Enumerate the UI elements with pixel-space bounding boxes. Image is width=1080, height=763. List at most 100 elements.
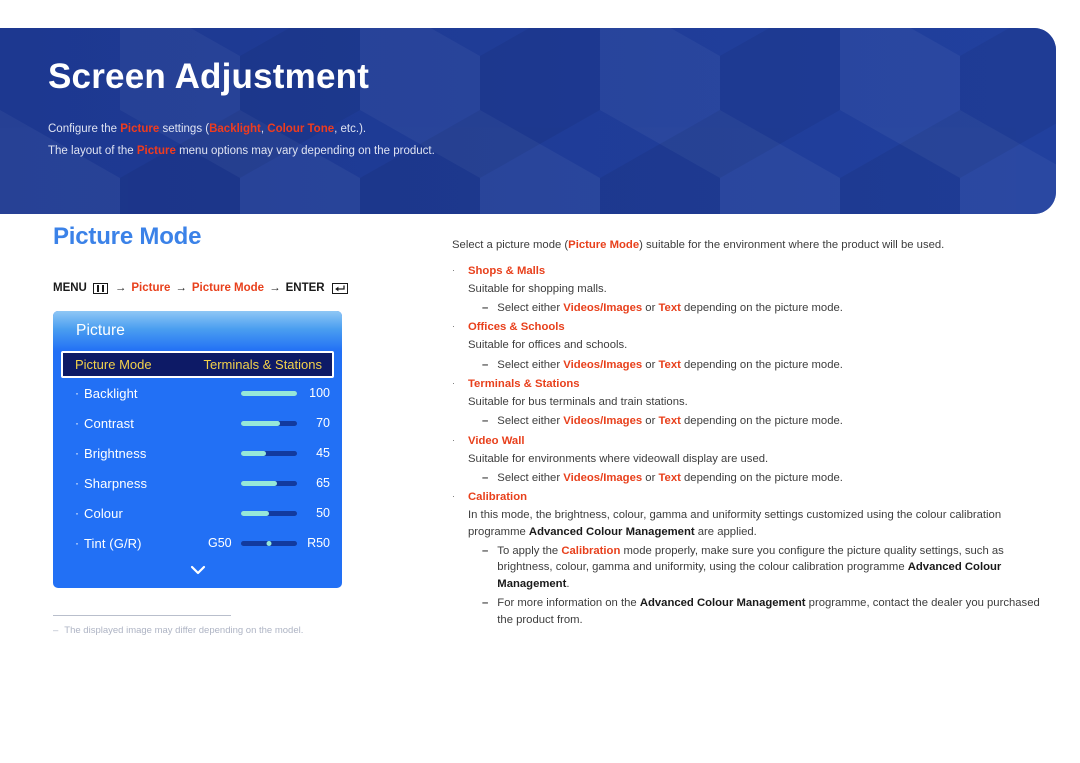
osd-row[interactable]: · Tint (G/R) G50 R50 [53, 528, 342, 558]
menu-step-picture: Picture [131, 282, 171, 295]
bullet-description: Suitable for shopping malls. [468, 282, 607, 295]
bullet-title: Terminals & Stations [468, 378, 580, 391]
osd-rows-container: · Backlight 100 · Contrast 70 · Brightness 45 · Sh… [53, 378, 342, 558]
osd-slider-fill [241, 420, 281, 426]
bullet-icon: · [452, 321, 455, 332]
footnote-line: – The displayed image may differ dependi… [53, 625, 423, 636]
section-heading: Picture Mode [53, 223, 202, 250]
bullet-heading: · Offices & Schools [452, 319, 1052, 336]
left-column: Picture Mode MENU → Picture → Picture Mo… [53, 223, 433, 636]
osd-slider-track[interactable] [241, 510, 297, 516]
osd-row-bullet-icon: · [75, 416, 79, 431]
chevron-down-icon [190, 566, 205, 575]
dash-icon: – [482, 358, 489, 371]
bullet-sub-text: Select either Videos/Images or Text depe… [497, 301, 843, 314]
arrow-icon-1: → [114, 282, 127, 295]
osd-slider-track[interactable] [241, 390, 297, 396]
osd-row-bullet-icon: · [75, 446, 79, 461]
osd-row-label: Tint (G/R) [84, 535, 142, 551]
osd-slider-fill [241, 450, 267, 456]
osd-slider-value: 50 [316, 506, 330, 521]
arrow-icon-3: → [269, 282, 281, 295]
tint-slider-track[interactable] [241, 540, 297, 546]
picture-mode-options-list: · Shops & Malls Suitable for shopping mall… [452, 263, 1052, 487]
menu-label: MENU [53, 282, 87, 295]
bullet-sub-text: Select either Videos/Images or Text depe… [497, 472, 843, 485]
highlight-picture-2: Picture [136, 145, 176, 157]
osd-selected-value: Terminals & Stations [203, 357, 323, 373]
osd-panel-header: Picture [53, 311, 342, 352]
osd-row[interactable]: · Sharpness 65 [53, 468, 342, 498]
osd-row[interactable]: · Backlight 100 [53, 378, 342, 408]
osd-slider-value: 100 [309, 386, 330, 401]
osd-row-picture-mode-selected[interactable]: Picture Mode Terminals & Stations [61, 351, 334, 379]
osd-slider-track[interactable] [241, 420, 297, 426]
bullet-icon-calibration: · [452, 491, 455, 502]
page-header-banner: Screen Adjustment Configure the Picture … [0, 28, 1056, 214]
banner-subtitle-line2: The layout of the Picture menu options m… [48, 145, 435, 157]
footnote-dash: – [53, 625, 59, 637]
bullet-block-calibration: · Calibration In this mode, the brightne… [452, 489, 1052, 628]
calibration-note-1: – To apply the Calibration mode properly… [482, 543, 1052, 592]
dash-icon-c1: – [482, 545, 489, 558]
tint-right-label: R50 [307, 536, 330, 551]
dash-icon-c2: – [482, 597, 489, 610]
menu-navigation-path: MENU → Picture → Picture Mode → ENTER [53, 282, 433, 294]
bullet-title: Video Wall [468, 434, 525, 447]
bullet-sub-note: – Select either Videos/Images or Text dep… [482, 300, 1052, 316]
calibration-heading: · Calibration [452, 489, 1052, 506]
osd-row-label: Brightness [84, 445, 147, 461]
osd-header-label: Picture [76, 322, 125, 340]
osd-tint-control[interactable]: G50 R50 [208, 536, 330, 550]
osd-slider-fill [241, 390, 297, 396]
intro-paragraph: Select a picture mode (Picture Mode) sui… [452, 239, 945, 252]
bullet-description: Suitable for offices and schools. [468, 339, 628, 352]
footnote-text: The displayed image may differ depending… [64, 625, 304, 637]
osd-row-label: Contrast [84, 415, 134, 431]
osd-row-bullet-icon: · [75, 476, 79, 491]
bullet-icon: · [452, 434, 455, 445]
tint-slider-knob[interactable] [266, 540, 272, 546]
osd-slider-value: 65 [316, 476, 330, 491]
bullet-description: Suitable for environments where videowal… [468, 452, 769, 465]
osd-row[interactable]: · Colour 50 [53, 498, 342, 528]
bullet-heading: · Video Wall [452, 433, 1052, 450]
bullet-heading: · Terminals & Stations [452, 376, 1052, 393]
right-column: Select a picture mode (Picture Mode) sui… [452, 226, 1052, 631]
osd-picture-menu-panel: Picture Picture Mode Terminals & Station… [53, 311, 342, 589]
menu-step-picture-mode: Picture Mode [191, 282, 265, 295]
osd-selected-label: Picture Mode [75, 357, 152, 373]
banner-subtitle-line1: Configure the Picture settings (Backligh… [48, 122, 367, 135]
osd-row-label: Backlight [84, 385, 138, 401]
image-footnote: – The displayed image may differ dependi… [53, 615, 423, 636]
bullet-sub-text: Select either Videos/Images or Text depe… [497, 415, 843, 428]
osd-slider-fill [241, 510, 269, 516]
bullet-block: · Shops & Malls Suitable for shopping mall… [452, 263, 1052, 317]
arrow-icon-2: → [175, 282, 187, 295]
footnote-divider [53, 615, 231, 617]
osd-row-bullet-icon: · [75, 506, 79, 521]
bullet-title: Shops & Malls [468, 264, 546, 277]
osd-slider-fill [241, 480, 278, 486]
osd-scroll-more[interactable] [53, 558, 342, 582]
menu-grid-icon [92, 282, 108, 294]
highlight-backlight: Backlight [209, 122, 261, 135]
intro-picture-mode-term: Picture Mode [568, 239, 640, 252]
bullet-icon: · [452, 264, 455, 275]
bullet-sub-note: – Select either Videos/Images or Text dep… [482, 413, 1052, 429]
osd-slider-track[interactable] [241, 450, 297, 456]
bullet-block: · Terminals & Stations Suitable for bus te… [452, 376, 1052, 430]
page-content: Picture Mode MENU → Picture → Picture Mo… [0, 214, 1080, 763]
enter-return-icon [331, 282, 348, 294]
bullet-sub-text: Select either Videos/Images or Text depe… [497, 358, 843, 371]
calibration-note-2: – For more information on the Advanced C… [482, 595, 1052, 628]
bullet-title: Offices & Schools [468, 321, 565, 334]
osd-slider-value: 45 [316, 446, 330, 461]
osd-row-bullet-icon: · [75, 386, 79, 401]
bullet-heading: · Shops & Malls [452, 263, 1052, 280]
bullet-block: · Video Wall Suitable for environments whe… [452, 433, 1052, 487]
osd-slider-track[interactable] [241, 480, 297, 486]
osd-row[interactable]: · Brightness 45 [53, 438, 342, 468]
osd-row-bullet-icon: · [75, 536, 79, 551]
osd-row[interactable]: · Contrast 70 [53, 408, 342, 438]
